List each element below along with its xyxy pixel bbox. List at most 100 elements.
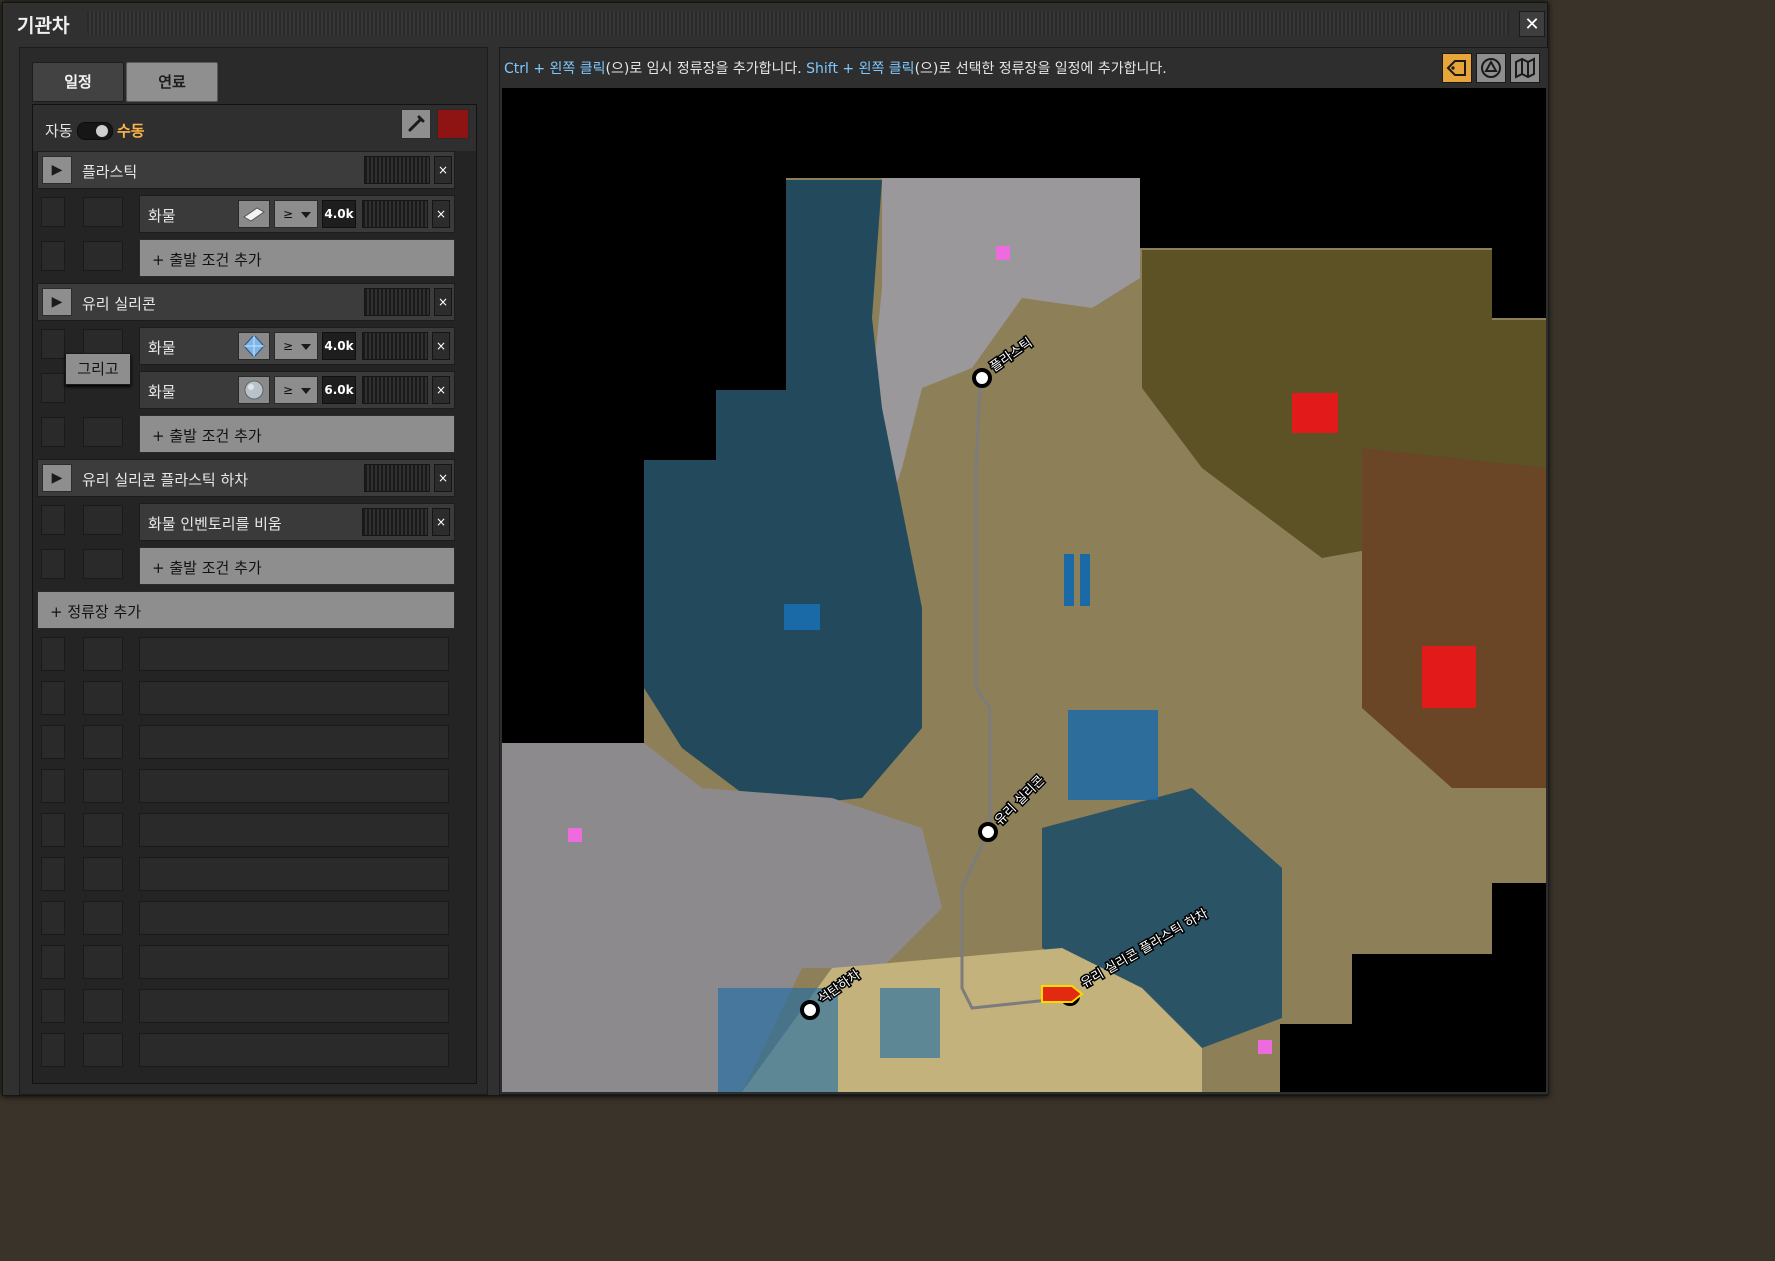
- go-to-station-button[interactable]: ▶: [42, 464, 72, 492]
- silicon-crystal-icon: [243, 334, 265, 358]
- train-route-map[interactable]: 플라스틱 유리 실리콘 석탄하차 유리 실리콘 플라스틱 하차: [502, 88, 1546, 1092]
- remove-condition-button[interactable]: ×: [432, 200, 450, 228]
- color-picker-button[interactable]: [401, 109, 431, 139]
- condition-label: 화물: [148, 339, 176, 357]
- ore-chunk-icon: [244, 380, 264, 400]
- remove-condition-button[interactable]: ×: [432, 508, 450, 536]
- item-slot[interactable]: [238, 376, 270, 404]
- empty-schedule-slot: [83, 1033, 123, 1067]
- add-condition-button[interactable]: + 출발 조건 추가: [139, 415, 455, 453]
- station-progress: [364, 156, 430, 184]
- empty-schedule-slot: [83, 769, 123, 803]
- map-hint-text: Ctrl + 왼쪽 클릭(으)로 임시 정류장을 추가합니다. Shift + …: [504, 58, 1167, 78]
- empty-schedule-slot: [83, 725, 123, 759]
- empty-schedule-slot: [41, 725, 65, 759]
- go-to-station-button[interactable]: ▶: [42, 156, 72, 184]
- empty-schedule-slot: [139, 945, 449, 979]
- item-slot[interactable]: [238, 200, 270, 228]
- schedule-list: 자동 수동 ▶ 플라스틱 × 화물 ≥ 4.0k × + 출발 조건 추가 ▶ …: [32, 104, 477, 1084]
- empty-schedule-slot: [139, 681, 449, 715]
- empty-schedule-slot: [41, 637, 65, 671]
- map-view-toggle-button[interactable]: [1476, 53, 1506, 83]
- go-to-station-button[interactable]: ▶: [42, 288, 72, 316]
- train-color-swatch[interactable]: [437, 109, 469, 139]
- empty-schedule-slot: [83, 637, 123, 671]
- schedule-station-row[interactable]: ▶ 유리 실리콘 플라스틱 하차 ×: [37, 459, 455, 497]
- condition-progress: [362, 376, 428, 404]
- mode-bar: 자동 수동: [33, 105, 476, 151]
- toggle-knob: [96, 125, 108, 137]
- condition-row[interactable]: 화물 ≥ 4.0k ×: [139, 327, 455, 365]
- condition-label: 화물: [148, 383, 176, 401]
- empty-schedule-slot: [83, 945, 123, 979]
- empty-schedule-slot: [139, 989, 449, 1023]
- condition-value[interactable]: 4.0k: [322, 200, 356, 228]
- condition-row[interactable]: 화물 ≥ 6.0k ×: [139, 371, 455, 409]
- schedule-station-row[interactable]: ▶ 플라스틱 ×: [37, 151, 455, 189]
- plastic-bar-icon: [243, 207, 265, 222]
- show-station-names-button[interactable]: [1442, 53, 1472, 83]
- condition-label: 화물: [148, 207, 176, 225]
- item-slot[interactable]: [238, 332, 270, 360]
- empty-schedule-slot: [83, 813, 123, 847]
- hint-text-1: (으)로 임시 정류장을 추가합니다.: [605, 61, 802, 77]
- radar-icon: [1481, 58, 1501, 78]
- drag-cell: [41, 241, 65, 271]
- empty-schedule-slot: [41, 945, 65, 979]
- open-map-button[interactable]: [1510, 53, 1540, 83]
- and-or-toggle-button[interactable]: 그리고: [65, 353, 131, 385]
- comparator-dropdown[interactable]: ≥: [274, 332, 318, 360]
- station-progress: [364, 464, 430, 492]
- hint-key-shift: Shift + 왼쪽 클릭: [806, 61, 915, 77]
- remove-condition-button[interactable]: ×: [432, 332, 450, 360]
- drag-cell: [41, 549, 65, 579]
- empty-schedule-slot: [83, 681, 123, 715]
- drag-handle[interactable]: [87, 11, 1509, 35]
- remove-condition-button[interactable]: ×: [432, 376, 450, 404]
- empty-schedule-slot: [139, 1033, 449, 1067]
- drag-cell: [41, 417, 65, 447]
- condition-value[interactable]: 4.0k: [322, 332, 356, 360]
- condition-row[interactable]: 화물 인벤토리를 비움 ×: [139, 503, 455, 541]
- condition-value[interactable]: 6.0k: [322, 376, 356, 404]
- map-panel: Ctrl + 왼쪽 클릭(으)로 임시 정류장을 추가합니다. Shift + …: [499, 47, 1549, 1095]
- condition-row[interactable]: 화물 ≥ 4.0k ×: [139, 195, 455, 233]
- empty-schedule-slot: [139, 813, 449, 847]
- locomotive-window: 기관차 ✕ 일정 연료 자동 수동 ▶ 플라스틱 × 화물 ≥ 4.0k × +…: [2, 2, 1549, 1096]
- tab-schedule[interactable]: 일정: [32, 62, 124, 102]
- empty-schedule-slot: [139, 901, 449, 935]
- title-bar[interactable]: 기관차 ✕: [3, 3, 1547, 43]
- drag-cell: [83, 549, 123, 579]
- schedule-panel: 일정 연료 자동 수동 ▶ 플라스틱 × 화물 ≥ 4.0k × + 출발 조건…: [19, 47, 488, 1095]
- drag-cell: [41, 197, 65, 227]
- hint-key-ctrl: Ctrl + 왼쪽 클릭: [504, 61, 606, 77]
- schedule-station-row[interactable]: ▶ 유리 실리콘 ×: [37, 283, 455, 321]
- remove-station-button[interactable]: ×: [434, 156, 452, 184]
- empty-schedule-slot: [41, 901, 65, 935]
- hint-text-2: (으)로 선택한 정류장을 일정에 추가합니다.: [914, 61, 1167, 77]
- close-button[interactable]: ✕: [1519, 11, 1545, 37]
- remove-station-button[interactable]: ×: [434, 464, 452, 492]
- comparator-dropdown[interactable]: ≥: [274, 200, 318, 228]
- auto-manual-toggle[interactable]: [77, 122, 113, 140]
- add-condition-button[interactable]: + 출발 조건 추가: [139, 547, 455, 585]
- drag-cell: [83, 505, 123, 535]
- map-terrain: 플라스틱 유리 실리콘 석탄하차 유리 실리콘 플라스틱 하차: [502, 178, 1546, 1092]
- empty-schedule-slot: [139, 857, 449, 891]
- empty-schedule-slot: [41, 769, 65, 803]
- add-condition-button[interactable]: + 출발 조건 추가: [139, 239, 455, 277]
- add-station-button[interactable]: + 정류장 추가: [37, 591, 455, 629]
- drag-cell: [83, 197, 123, 227]
- empty-schedule-slot: [139, 769, 449, 803]
- comparator-dropdown[interactable]: ≥: [274, 376, 318, 404]
- empty-schedule-slot: [41, 857, 65, 891]
- drag-cell: [41, 505, 65, 535]
- remove-station-button[interactable]: ×: [434, 288, 452, 316]
- eyedropper-icon: [408, 115, 425, 132]
- drag-cell: [41, 373, 65, 403]
- station-progress: [364, 288, 430, 316]
- empty-schedule-slot: [41, 1033, 65, 1067]
- station-name: 유리 실리콘 플라스틱 하차: [82, 471, 249, 489]
- empty-schedule-slot: [83, 989, 123, 1023]
- tab-fuel[interactable]: 연료: [126, 62, 218, 102]
